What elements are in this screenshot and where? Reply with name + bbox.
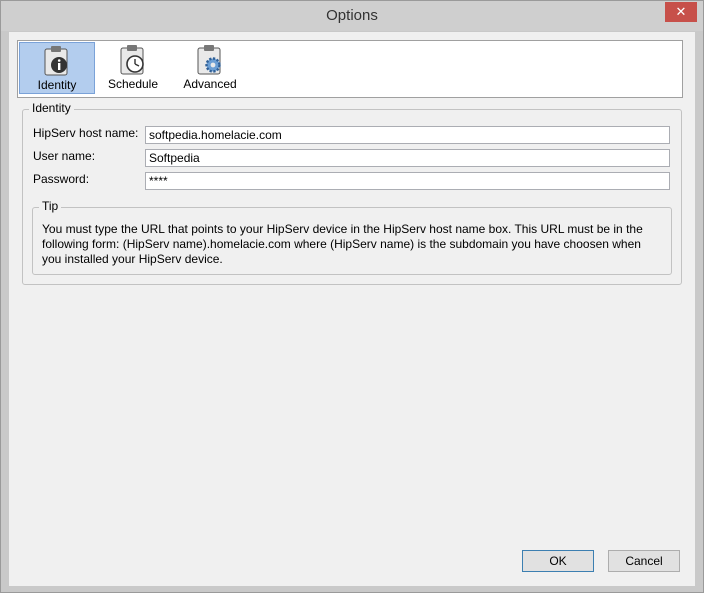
tab-identity[interactable]: Identity xyxy=(19,42,95,94)
clipboard-info-icon xyxy=(44,46,68,76)
clipboard-gear-icon xyxy=(197,45,221,75)
tip-group: Tip You must type the URL that points to… xyxy=(32,199,672,275)
options-toolbar: Identity Schedule Advanced xyxy=(17,40,683,98)
window-title: Options xyxy=(326,7,378,24)
close-icon: ✕ xyxy=(675,4,687,19)
password-input[interactable] xyxy=(145,172,670,190)
ok-button[interactable]: OK xyxy=(522,550,594,572)
identity-group: Identity HipServ host name: User name: P… xyxy=(22,101,682,285)
tip-text: You must type the URL that points to you… xyxy=(42,222,643,266)
host-name-input[interactable] xyxy=(145,126,670,144)
tab-advanced-label: Advanced xyxy=(183,77,237,91)
password-label: Password: xyxy=(33,172,90,186)
host-name-label: HipServ host name: xyxy=(33,126,139,140)
close-button[interactable]: ✕ xyxy=(665,2,697,22)
tab-identity-label: Identity xyxy=(37,78,77,92)
options-window: Options ✕ Identity Schedule Advanced Ide… xyxy=(0,0,704,593)
tab-advanced[interactable]: Advanced xyxy=(174,42,246,94)
user-name-label: User name: xyxy=(33,149,96,163)
tip-title: Tip xyxy=(39,199,62,213)
clipboard-clock-icon xyxy=(120,45,144,75)
tab-schedule[interactable]: Schedule xyxy=(100,42,166,94)
title-bar[interactable]: Options ✕ xyxy=(1,1,703,31)
tab-schedule-label: Schedule xyxy=(107,77,159,91)
user-name-input[interactable] xyxy=(145,149,670,167)
cancel-button[interactable]: Cancel xyxy=(608,550,680,572)
identity-group-title: Identity xyxy=(29,101,74,115)
dialog-client-area: Identity Schedule Advanced Identity HipS… xyxy=(9,32,695,586)
